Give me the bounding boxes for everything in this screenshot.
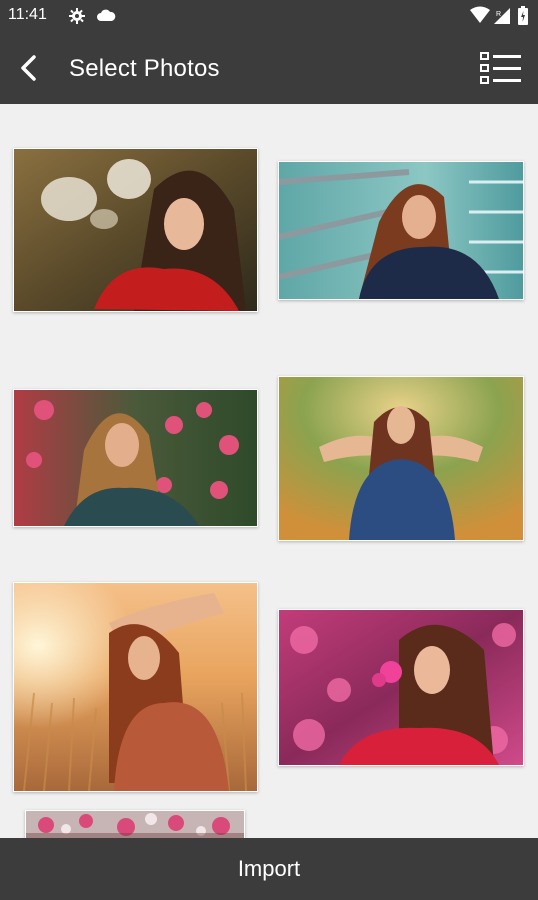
page-title: Select Photos [69,55,220,82]
photo-thumbnail-2[interactable] [278,161,524,300]
photo-grid[interactable] [0,104,538,838]
wifi-icon [470,6,490,29]
list-view-button[interactable] [476,48,526,88]
photo-thumbnail-7[interactable] [25,810,245,838]
photo-thumbnail-6[interactable] [278,609,524,766]
app-bar: Select Photos [0,32,538,104]
photo-thumbnail-4[interactable] [278,376,524,541]
battery-icon [517,6,529,31]
cloud-icon [96,9,116,27]
photo-thumbnail-3[interactable] [13,389,258,527]
svg-text:R: R [496,11,501,18]
chevron-left-icon [10,55,50,92]
status-time: 11:41 [8,6,47,23]
back-button[interactable] [10,48,50,88]
status-bar: 11:41 R [0,0,538,32]
photo-thumbnail-5[interactable] [13,582,258,792]
gear-icon [68,7,86,30]
signal-icon: R [493,7,511,30]
bottom-bar: Import [0,838,538,900]
photo-thumbnail-1[interactable] [13,148,258,312]
import-button[interactable]: Import [0,838,538,900]
checklist-icon [476,52,526,92]
